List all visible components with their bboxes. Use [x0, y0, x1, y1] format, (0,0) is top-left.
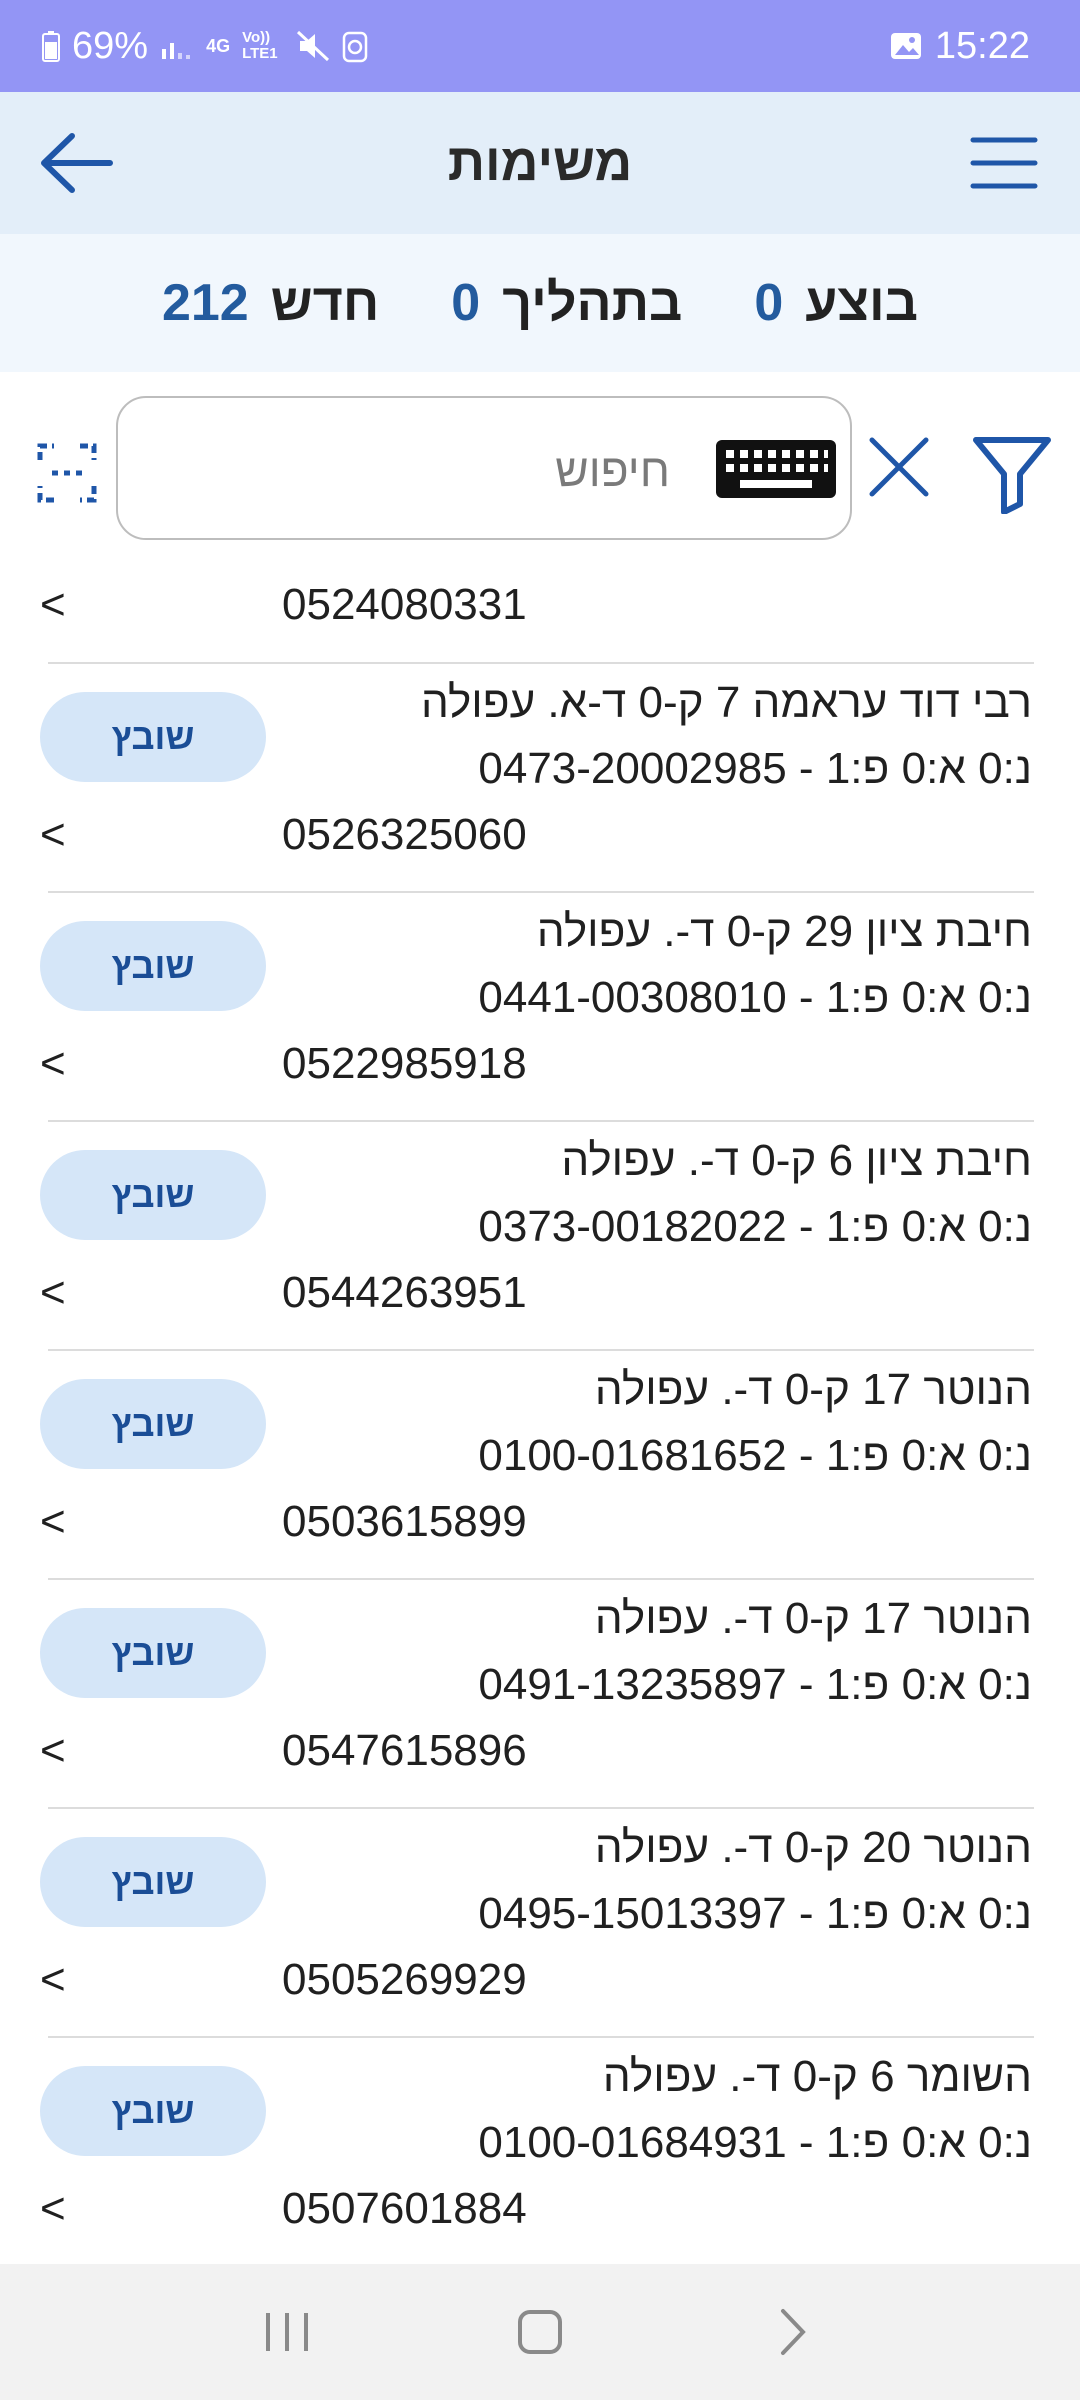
gallery-notification-icon — [889, 30, 923, 62]
task-address: חיבת ציון 29 ק-0 ד-. עפולה — [536, 907, 1032, 956]
stat-in-progress[interactable]: בתהליך 0 — [451, 273, 682, 333]
task-row[interactable]: הנוטר 17 ק-0 ד-. עפולה נ:0 א:0 פ:1 - 010… — [40, 1351, 1034, 1580]
status-badge[interactable]: שובץ — [40, 692, 266, 782]
chevron-icon: < — [40, 2184, 66, 2233]
task-address: השומר 6 ק-0 ד-. עפולה — [602, 2052, 1032, 2101]
chevron-icon: < — [40, 1726, 66, 1775]
mute-icon — [296, 30, 330, 62]
stat-new[interactable]: חדש 212 — [162, 273, 379, 333]
status-badge[interactable]: שובץ — [40, 1837, 266, 1927]
phone-number: 0544263951 — [282, 1268, 527, 1317]
phone-number: 0503615899 — [282, 1497, 527, 1546]
chevron-icon: < — [40, 1497, 66, 1546]
phone-number: 0526325060 — [282, 810, 527, 859]
page-title: משימות — [447, 134, 633, 192]
task-address: הנוטר 20 ק-0 ד-. עפולה — [594, 1823, 1032, 1872]
task-row[interactable]: הנוטר 17 ק-0 ד-. עפולה נ:0 א:0 פ:1 - 049… — [40, 1580, 1034, 1809]
task-reference: נ:0 א:0 פ:1 - 0441-00308010 — [478, 973, 1032, 1022]
task-address: חיבת ציון 6 ק-0 ד-. עפולה — [561, 1136, 1032, 1185]
phone-number: 0507601884 — [282, 2184, 527, 2233]
task-row[interactable]: חיבת ציון 6 ק-0 ד-. עפולה נ:0 א:0 פ:1 - … — [40, 1122, 1034, 1351]
system-navigation-bar — [0, 2264, 1080, 2400]
back-button[interactable] — [36, 128, 116, 198]
search-box — [116, 396, 852, 540]
recent-apps-button[interactable] — [227, 2287, 347, 2377]
status-bar: 69% 4G Vo)) LTE1 15:22 — [0, 0, 1080, 92]
task-reference: נ:0 א:0 פ:1 - 0495-15013397 — [478, 1889, 1032, 1938]
chevron-icon: < — [40, 1039, 66, 1088]
filter-funnel-icon — [973, 437, 1051, 515]
task-address: רבי דוד עראמה 7 ק-0 ד-א. עפולה — [420, 678, 1032, 727]
status-bar-right: 15:22 — [889, 25, 1030, 68]
scan-frame-icon — [37, 443, 97, 503]
task-address: הנוטר 17 ק-0 ד-. עפולה — [594, 1365, 1032, 1414]
phone-number: 0505269929 — [282, 1955, 527, 2004]
task-reference: נ:0 א:0 פ:1 - 0373-00182022 — [478, 1202, 1032, 1251]
stat-value: 0 — [451, 274, 481, 332]
task-row[interactable]: השומר 6 ק-0 ד-. עפולה נ:0 א:0 פ:1 - 0100… — [40, 2038, 1034, 2267]
task-row[interactable]: חיבת ציון 29 ק-0 ד-. עפולה נ:0 א:0 פ:1 -… — [40, 893, 1034, 1122]
recycle-app-icon — [342, 29, 368, 63]
recent-apps-icon — [265, 2313, 308, 2351]
status-badge[interactable]: שובץ — [40, 2066, 266, 2156]
task-list: < 0524080331 רבי דוד עראמה 7 ק-0 ד-א. עפ… — [0, 560, 1080, 2267]
task-reference: נ:0 א:0 פ:1 - 0473-20002985 — [478, 744, 1032, 793]
phone-number: 0547615896 — [282, 1726, 527, 1775]
back-nav-button[interactable] — [733, 2287, 853, 2377]
status-badge[interactable]: שובץ — [40, 921, 266, 1011]
keyboard-button[interactable] — [714, 438, 838, 500]
network-type: 4G — [206, 35, 231, 56]
task-row[interactable]: רבי דוד עראמה 7 ק-0 ד-א. עפולה נ:0 א:0 פ… — [40, 664, 1034, 893]
volte-indicator: Vo)) LTE1 — [242, 29, 278, 62]
chevron-icon: < — [40, 1268, 66, 1317]
chevron-icon: < — [40, 1955, 66, 2004]
task-reference: נ:0 א:0 פ:1 - 0100-01684931 — [478, 2118, 1032, 2167]
close-icon — [869, 437, 929, 497]
phone-number: 0524080331 — [282, 580, 527, 629]
status-badge[interactable]: שובץ — [40, 1379, 266, 1469]
stat-label: חדש — [270, 274, 380, 332]
task-address: הנוטר 17 ק-0 ד-. עפולה — [594, 1594, 1032, 1643]
home-button[interactable] — [480, 2287, 600, 2377]
task-summary: חדש 212 בתהליך 0 בוצע 0 — [0, 234, 1080, 372]
keyboard-icon — [716, 440, 836, 498]
filter-button[interactable] — [970, 430, 1054, 515]
search-input[interactable] — [230, 434, 670, 506]
list-item[interactable]: < 0524080331 — [40, 560, 1034, 664]
status-badge[interactable]: שובץ — [40, 1608, 266, 1698]
task-row[interactable]: הנוטר 20 ק-0 ד-. עפולה נ:0 א:0 פ:1 - 049… — [40, 1809, 1034, 2038]
chevron-icon: < — [40, 810, 66, 859]
clock: 15:22 — [934, 24, 1030, 67]
search-row — [0, 390, 1080, 540]
arrow-left-icon — [41, 133, 113, 193]
task-reference: נ:0 א:0 פ:1 - 0100-01681652 — [478, 1431, 1032, 1480]
hamburger-menu-icon — [970, 137, 1038, 189]
stat-value: 0 — [754, 274, 784, 332]
chevron-right-icon — [781, 2309, 807, 2355]
stat-done[interactable]: בוצע 0 — [754, 273, 918, 333]
menu-button[interactable] — [968, 130, 1040, 196]
phone-number: 0522985918 — [282, 1039, 527, 1088]
battery-icon — [42, 30, 60, 62]
signal-strength-icon — [160, 31, 194, 61]
battery-percent: 69% — [72, 24, 149, 67]
app-bar: משימות — [0, 92, 1080, 234]
stat-label: בוצע — [805, 274, 919, 332]
stat-label: בתהליך — [502, 274, 683, 332]
status-bar-left: 69% 4G Vo)) LTE1 — [42, 25, 368, 68]
home-icon — [517, 2310, 562, 2354]
status-badge[interactable]: שובץ — [40, 1150, 266, 1240]
scan-button[interactable] — [36, 442, 98, 504]
task-reference: נ:0 א:0 פ:1 - 0491-13235897 — [478, 1660, 1032, 1709]
clear-search-button[interactable] — [866, 434, 932, 500]
stat-value: 212 — [161, 274, 249, 332]
chevron-icon: < — [40, 580, 66, 629]
